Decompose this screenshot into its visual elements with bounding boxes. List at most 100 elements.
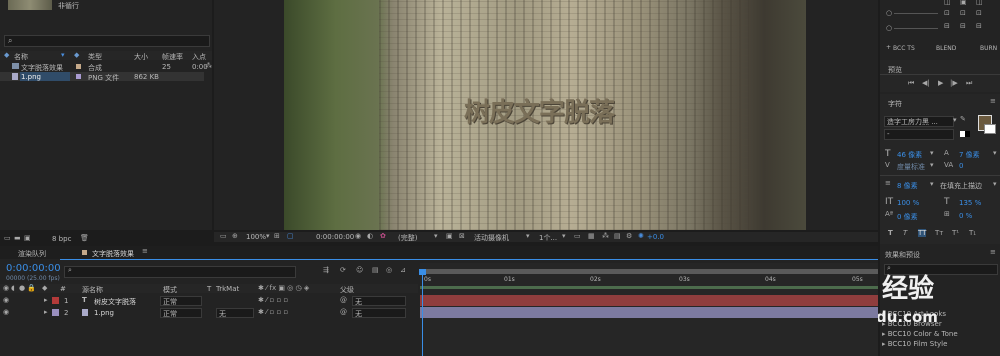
vertical-scale-value[interactable]: 100 % <box>897 199 919 207</box>
fast-preview-icon[interactable]: ⚙ <box>626 232 632 240</box>
layer-bar[interactable] <box>420 307 878 318</box>
pickwhip-icon[interactable]: @ <box>340 296 347 304</box>
chevron-down-icon[interactable]: ▾ <box>953 116 957 124</box>
switch-icons[interactable]: ✱ ⁄ ▫ ▫ ▫ <box>258 296 288 304</box>
chevron-down-icon[interactable]: ▾ <box>434 232 438 240</box>
views-select[interactable]: 1个... <box>539 233 557 243</box>
align-slider[interactable] <box>894 28 938 29</box>
eyedropper-icon[interactable]: ✎ <box>960 115 966 123</box>
layer-bar[interactable] <box>420 295 878 306</box>
graph-editor-icon[interactable]: ⊿ <box>400 266 406 274</box>
col-in[interactable]: 入点 <box>192 52 206 62</box>
playhead-handle[interactable] <box>419 269 426 275</box>
stroke-color-swatch[interactable] <box>984 124 996 134</box>
tab-render-queue[interactable]: 渲染队列 <box>18 249 46 259</box>
kerning-value[interactable]: 度量标准 <box>897 162 925 172</box>
layer-row[interactable]: ◉ ▸ 1 T 树皮文字脱落 正常 ✱ ⁄ ▫ ▫ ▫ @ 无 <box>0 295 418 306</box>
first-frame-icon[interactable]: ⏮ <box>908 79 914 88</box>
font-family-select[interactable]: 造字工房力黑 ... <box>884 116 954 127</box>
align-icon[interactable]: ▣ <box>960 0 967 6</box>
play-icon[interactable]: ▶ <box>938 79 943 87</box>
channel-icon[interactable]: ✿ <box>380 232 386 240</box>
project-row-png[interactable]: 1.png 1.png PNG 文件 862 KB <box>0 72 204 82</box>
flowchart-icon[interactable]: ⁂ <box>205 62 212 70</box>
visibility-eye-icon[interactable]: ◉ <box>3 308 9 316</box>
bw-swatch[interactable] <box>960 131 970 137</box>
align-icon[interactable]: ⊟ <box>944 22 950 30</box>
visibility-eye-icon[interactable]: ◉ <box>3 296 9 304</box>
tab-menu-icon[interactable]: ≡ <box>142 247 148 255</box>
trash-icon[interactable]: 🗑 <box>80 234 89 242</box>
panel-menu-icon[interactable]: ≡ <box>990 97 996 105</box>
label-color-swatch[interactable] <box>76 74 81 79</box>
flowchart-icon[interactable]: ⁂ <box>602 232 609 240</box>
shy-icon[interactable]: ☺ <box>356 266 363 274</box>
motion-blur-icon[interactable]: ◎ <box>386 266 392 274</box>
prev-frame-icon[interactable]: ◀| <box>922 79 930 87</box>
align-icon[interactable]: ◫ <box>944 0 951 6</box>
interpret-footage-icon[interactable]: ▭ <box>4 234 11 242</box>
time-graph[interactable]: 0s 01s 02s 03s 04s 05s <box>419 263 878 356</box>
resolution-select[interactable]: (完整) <box>398 233 417 243</box>
layer-row[interactable]: ◉ ▸ 2 1.png 正常 无 ✱ ⁄ ▫ ▫ ▫ @ 无 <box>0 307 418 318</box>
transparency-grid-icon[interactable]: ⊠ <box>459 232 465 240</box>
draft-3d-icon[interactable]: ⟳ <box>340 266 346 274</box>
horizontal-scale-value[interactable]: 135 % <box>959 199 981 207</box>
toggle-pixel-icon[interactable]: ▭ <box>574 232 581 240</box>
stroke-width-value[interactable]: 8 像素 <box>897 181 918 191</box>
chevron-down-icon[interactable]: ▾ <box>930 149 934 157</box>
col-mode[interactable]: 模式 <box>163 285 177 295</box>
expand-arrow-icon[interactable]: ▸ <box>44 296 48 304</box>
col-fps[interactable]: 帧速率 <box>162 52 183 62</box>
playhead[interactable] <box>422 269 423 356</box>
chevron-down-icon[interactable]: ▾ <box>930 161 934 169</box>
chevron-down-icon[interactable]: ▾ <box>993 149 997 157</box>
layer-color-label[interactable] <box>52 297 59 304</box>
align-icon[interactable]: ⊡ <box>960 9 966 17</box>
tab-composition[interactable]: 文字脱落效果 <box>92 249 134 259</box>
align-icon[interactable]: ⊟ <box>976 22 982 30</box>
chevron-down-icon[interactable]: ▾ <box>266 232 270 240</box>
effect-category[interactable]: ▸ BCC10 Film Style <box>882 340 947 348</box>
all-caps-icon[interactable]: TT <box>918 229 927 237</box>
col-type[interactable]: 类型 <box>88 52 102 62</box>
col-name[interactable]: 名称 <box>14 52 28 62</box>
layer-color-label[interactable] <box>52 309 59 316</box>
3d-draft-icon[interactable]: ▤ <box>614 232 621 240</box>
timeline-timecode[interactable]: 0:00:00:00 <box>6 263 61 274</box>
grid-icon[interactable]: ▦ <box>588 232 595 240</box>
magnifier-icon[interactable]: ⊕ <box>232 232 238 240</box>
circle-icon[interactable]: ○ <box>886 9 892 17</box>
blend-mode-select[interactable]: 正常 <box>160 296 202 306</box>
font-style-select[interactable]: - <box>884 129 954 140</box>
col-trkmat[interactable]: TrkMat <box>216 285 239 293</box>
subscript-icon[interactable]: T₁ <box>969 229 976 237</box>
chevron-down-icon[interactable]: ▾ <box>930 180 934 188</box>
col-parent[interactable]: 父级 <box>340 285 354 295</box>
composition-viewer[interactable]: 树皮文字脱落 ▭ ⊕ 100% ▾ ⊞ ▢ 0:00:00:00 ◉ ◐ ✿ (… <box>214 0 878 242</box>
next-frame-icon[interactable]: |▶ <box>950 79 958 87</box>
col-size[interactable]: 大小 <box>134 52 148 62</box>
project-search-field[interactable]: ⌕ <box>4 35 210 47</box>
viewer-canvas[interactable]: 树皮文字脱落 <box>284 0 806 230</box>
burn-button[interactable]: BURN <box>980 45 997 52</box>
exposure-value[interactable]: +0.0 <box>647 233 664 241</box>
faux-bold-icon[interactable]: T <box>888 229 893 237</box>
align-slider[interactable] <box>894 13 938 14</box>
panel-menu-icon[interactable]: ≡ <box>990 248 996 256</box>
switch-icons[interactable]: ✱ ⁄ ▫ ▫ ▫ <box>258 308 288 316</box>
chevron-down-icon[interactable]: ▾ <box>993 180 997 188</box>
new-folder-icon[interactable]: ▬ <box>14 234 21 242</box>
faux-italic-icon[interactable]: T <box>903 229 907 237</box>
chevron-down-icon[interactable]: ▾ <box>526 232 530 240</box>
small-caps-icon[interactable]: Tт <box>935 229 943 237</box>
tsume-value[interactable]: 0 % <box>959 212 972 220</box>
expand-arrow-icon[interactable]: ▸ <box>44 308 48 316</box>
project-row-comp[interactable]: 文字脱落效果 合成 25 0:00 ⁂ <box>0 62 212 72</box>
baseline-value[interactable]: 0 像素 <box>897 212 918 222</box>
show-snapshot-icon[interactable]: ◐ <box>367 232 373 240</box>
align-icon[interactable]: ◫ <box>976 0 983 6</box>
pickwhip-icon[interactable]: @ <box>340 308 347 316</box>
zoom-select[interactable]: 100% <box>246 233 266 241</box>
roi-icon[interactable]: ▣ <box>446 232 453 240</box>
